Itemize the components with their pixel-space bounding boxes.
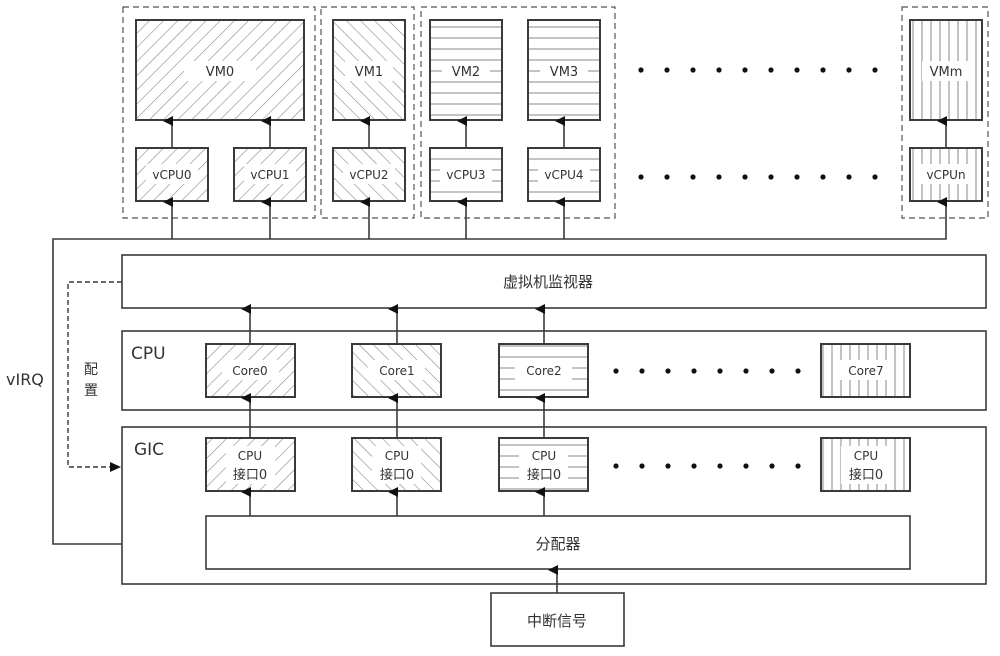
vm-box: VMm [909, 19, 983, 121]
virtualization-interrupt-diagram: VM0 VM1 VM2 VM3 VMm vCPU0 vCPU1 vCPU2 vC… [6, 6, 989, 647]
interrupt-signal-box: 中断信号 [490, 592, 625, 647]
vcpu-label: vCPU0 [152, 168, 191, 182]
cpu-interface-line2: 接口0 [527, 467, 561, 483]
vcpu-box: vCPU3 [429, 147, 503, 202]
cpu-interface-line1: CPU [532, 449, 556, 463]
distributor-box: 分配器 [205, 515, 911, 570]
vm-box: VM3 [527, 19, 601, 121]
cpu-interface-line2: 接口0 [380, 467, 414, 483]
vm-label: VM1 [355, 65, 383, 80]
vm-label: VM2 [452, 65, 480, 80]
vcpu-box: vCPUn [909, 147, 983, 202]
vm-box: VM2 [429, 19, 503, 121]
vcpu-label: vCPUn [926, 168, 965, 182]
cpu-interface-box: CPU 接口0 [205, 437, 296, 492]
config-label-char-2: 置 [84, 383, 98, 399]
cpu-interface-line1: CPU [385, 449, 409, 463]
core-box: Core2 [498, 343, 589, 398]
cpu-interface-box: CPU 接口0 [820, 437, 911, 492]
vcpu-label: vCPU4 [544, 168, 583, 182]
cpu-title: CPU [131, 344, 166, 364]
cpu-interface-line1: CPU [238, 449, 262, 463]
vm-label: VM3 [550, 65, 578, 80]
vcpu-to-vm-arrows [163, 116, 947, 148]
interrupt-signal-label: 中断信号 [527, 612, 587, 630]
config-arrowhead-icon [110, 462, 121, 472]
hypervisor-label: 虚拟机监视器 [503, 273, 593, 291]
vcpu-box: vCPU2 [332, 147, 406, 202]
cpu-interface-box: CPU 接口0 [351, 437, 442, 492]
core-box: Core0 [205, 343, 296, 398]
cpu-interface-box: CPU 接口0 [498, 437, 589, 492]
vm-label: VM0 [206, 65, 234, 80]
core-box: Core7 [820, 343, 911, 398]
ellipsis-dots-vcpu [638, 174, 878, 180]
ellipsis-dots-vm [638, 67, 878, 73]
cpu-interface-line2: 接口0 [233, 467, 267, 483]
vcpu-label: vCPU2 [349, 168, 388, 182]
gic-title: GIC [134, 440, 164, 460]
core-label: Core2 [526, 364, 561, 378]
virq-label: vIRQ [6, 370, 44, 389]
cpu-interface-line2: 接口0 [849, 467, 883, 483]
distributor-label: 分配器 [535, 535, 580, 553]
vm-box: VM0 [135, 19, 305, 121]
hypervisor-box: 虚拟机监视器 [121, 254, 987, 309]
vcpu-box: vCPU1 [233, 147, 307, 202]
vm-label: VMm [930, 65, 963, 80]
core-label: Core0 [232, 364, 267, 378]
vcpu-box: vCPU0 [135, 147, 209, 202]
core-box: Core1 [351, 343, 442, 398]
config-label-char-1: 配 [84, 362, 98, 378]
core-label: Core7 [848, 364, 883, 378]
cpu-interface-line1: CPU [854, 449, 878, 463]
vcpu-box: vCPU4 [527, 147, 601, 202]
core-label: Core1 [379, 364, 414, 378]
vm-box: VM1 [332, 19, 406, 121]
vcpu-label: vCPU1 [250, 168, 289, 182]
vcpu-label: vCPU3 [446, 168, 485, 182]
